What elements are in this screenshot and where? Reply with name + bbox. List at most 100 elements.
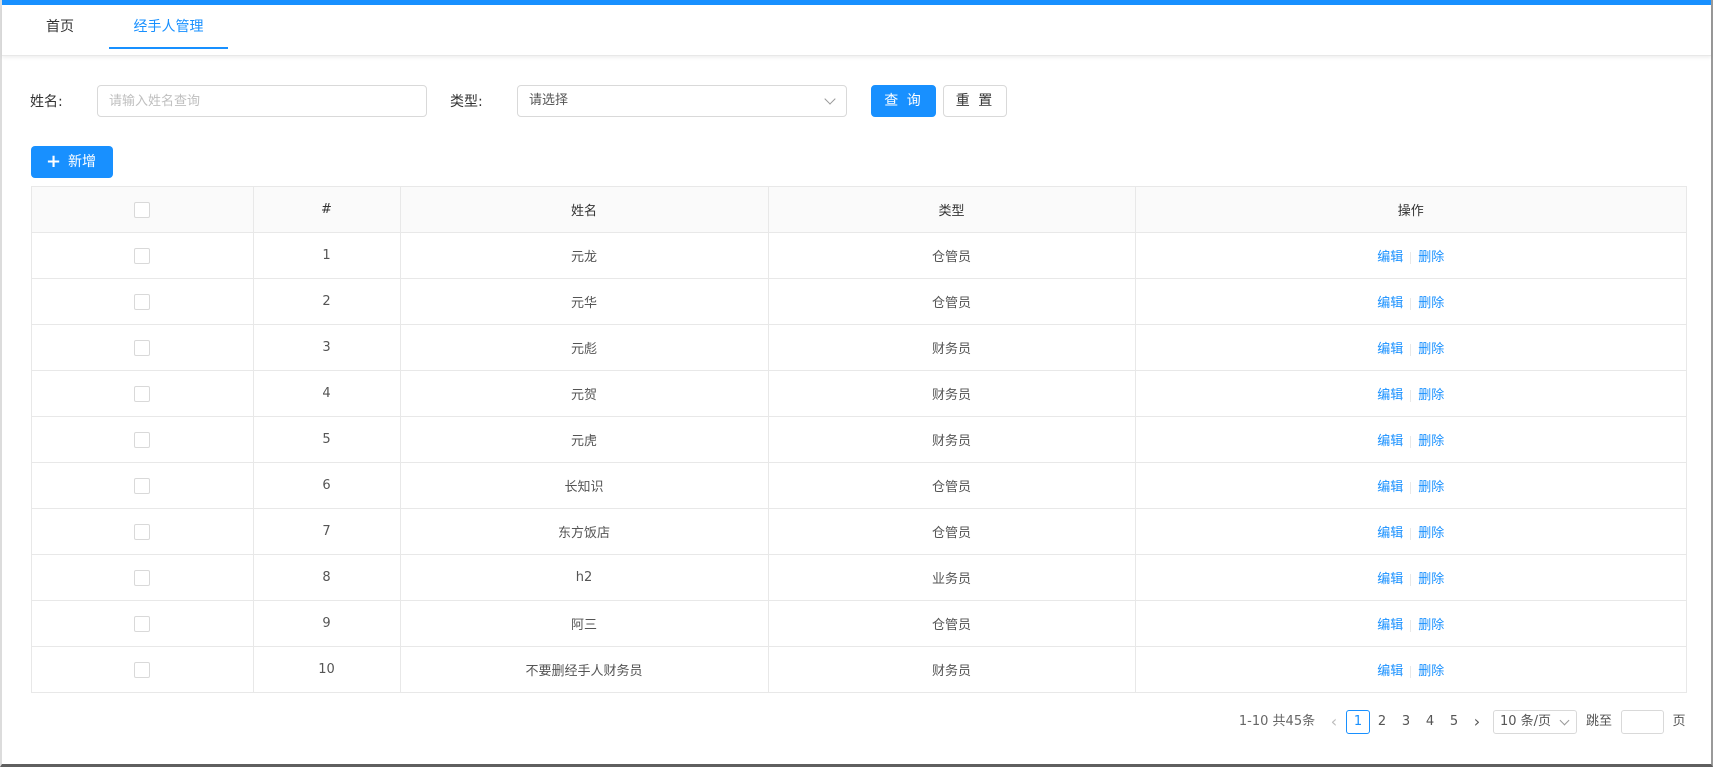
page-1-button[interactable]: 1: [1346, 710, 1370, 734]
next-page-icon[interactable]: ›: [1468, 710, 1486, 734]
select-all-cell: [32, 187, 254, 233]
table-header-row: # 姓名 类型 操作: [32, 187, 1686, 233]
delete-link[interactable]: 删除: [1418, 388, 1444, 403]
row-checkbox[interactable]: [134, 569, 151, 586]
name-search-input[interactable]: [97, 85, 427, 117]
row-index: 3: [253, 324, 401, 371]
delete-link[interactable]: 删除: [1418, 618, 1444, 633]
row-name: 长知识: [400, 462, 769, 509]
delete-link[interactable]: 删除: [1418, 342, 1444, 357]
edit-link[interactable]: 编辑: [1377, 250, 1403, 265]
edit-link[interactable]: 编辑: [1377, 526, 1403, 541]
row-index: 6: [253, 462, 401, 509]
row-type: 业务员: [768, 554, 1136, 601]
table-row: 10 不要删经手人财务员 财务员 编辑 删除: [32, 646, 1686, 693]
action-divider: [1410, 435, 1412, 448]
row-name: h2: [400, 554, 769, 601]
table-row: 2 元华 仓管员 编辑 删除: [32, 278, 1686, 325]
jump-label: 跳至: [1585, 714, 1612, 729]
row-checkbox[interactable]: [134, 523, 151, 540]
row-type: 财务员: [768, 324, 1136, 371]
type-label: 类型:: [450, 94, 483, 110]
row-actions: 编辑 删除: [1135, 232, 1686, 279]
chevron-down-icon: [824, 93, 836, 105]
row-type: 仓管员: [768, 278, 1136, 325]
row-checkbox[interactable]: [134, 247, 151, 264]
row-checkbox[interactable]: [134, 293, 151, 310]
edit-link[interactable]: 编辑: [1377, 572, 1403, 587]
page-size-select[interactable]: 10 条/页: [1493, 710, 1577, 734]
tab-home[interactable]: 首页: [46, 5, 74, 49]
table-row: 1 元龙 仓管员 编辑 删除: [32, 232, 1686, 279]
row-checkbox[interactable]: [134, 339, 151, 356]
row-type: 仓管员: [768, 508, 1136, 555]
row-name: 元华: [400, 278, 769, 325]
row-actions: 编辑 删除: [1135, 600, 1686, 647]
row-index: 2: [253, 278, 401, 325]
prev-page-icon[interactable]: ‹: [1326, 710, 1342, 734]
row-actions: 编辑 删除: [1135, 416, 1686, 463]
column-header-type: 类型: [768, 187, 1136, 233]
delete-link[interactable]: 删除: [1418, 296, 1444, 311]
delete-link[interactable]: 删除: [1418, 480, 1444, 495]
row-actions: 编辑 删除: [1135, 462, 1686, 509]
edit-link[interactable]: 编辑: [1377, 664, 1403, 679]
page-2-button[interactable]: 2: [1370, 710, 1394, 734]
table-row: 5 元虎 财务员 编辑 删除: [32, 416, 1686, 463]
table-row: 3 元彪 财务员 编辑 删除: [32, 324, 1686, 371]
type-select-value: 请选择: [529, 93, 569, 108]
table-row: 6 长知识 仓管员 编辑 删除: [32, 462, 1686, 509]
edit-link[interactable]: 编辑: [1377, 342, 1403, 357]
chevron-down-icon: [1559, 715, 1570, 726]
action-divider: [1410, 343, 1412, 356]
delete-link[interactable]: 删除: [1418, 250, 1444, 265]
page-3-button[interactable]: 3: [1394, 710, 1418, 734]
row-actions: 编辑 删除: [1135, 554, 1686, 601]
page-4-button[interactable]: 4: [1418, 710, 1442, 734]
row-index: 1: [253, 232, 401, 279]
row-name: 元龙: [400, 232, 769, 279]
row-actions: 编辑 删除: [1135, 647, 1686, 693]
select-all-checkbox[interactable]: [134, 201, 151, 218]
row-type: 仓管员: [768, 600, 1136, 647]
row-checkbox[interactable]: [134, 661, 151, 678]
edit-link[interactable]: 编辑: [1377, 434, 1403, 449]
row-index: 9: [253, 600, 401, 647]
handler-table: # 姓名 类型 操作 1 元龙 仓管员 编辑 删除 2 元华 仓管员 编辑 删除…: [31, 186, 1687, 693]
action-divider: [1410, 389, 1412, 402]
row-type: 财务员: [768, 370, 1136, 417]
delete-link[interactable]: 删除: [1418, 526, 1444, 541]
action-divider: [1410, 665, 1412, 678]
edit-link[interactable]: 编辑: [1377, 618, 1403, 633]
edit-link[interactable]: 编辑: [1377, 480, 1403, 495]
jump-page-input[interactable]: [1621, 710, 1664, 734]
delete-link[interactable]: 删除: [1418, 572, 1444, 587]
pagination-summary: 1-10 共45条: [1238, 714, 1316, 729]
add-button[interactable]: + 新增: [31, 146, 113, 178]
edit-link[interactable]: 编辑: [1377, 296, 1403, 311]
row-name: 元彪: [400, 324, 769, 371]
row-checkbox[interactable]: [134, 477, 151, 494]
delete-link[interactable]: 删除: [1418, 664, 1444, 679]
page-5-button[interactable]: 5: [1442, 710, 1466, 734]
delete-link[interactable]: 删除: [1418, 434, 1444, 449]
action-divider: [1410, 481, 1412, 494]
row-name: 元虎: [400, 416, 769, 463]
row-index: 5: [253, 416, 401, 463]
row-actions: 编辑 删除: [1135, 508, 1686, 555]
row-type: 财务员: [768, 416, 1136, 463]
reset-button[interactable]: 重 置: [943, 85, 1007, 117]
action-divider: [1410, 251, 1412, 264]
type-select[interactable]: 请选择: [517, 85, 847, 117]
row-index: 4: [253, 370, 401, 417]
row-actions: 编辑 删除: [1135, 324, 1686, 371]
query-button[interactable]: 查 询: [871, 85, 936, 117]
tab-handler-management[interactable]: 经手人管理: [109, 5, 228, 49]
row-type: 财务员: [768, 646, 1136, 692]
row-checkbox[interactable]: [134, 431, 151, 448]
action-divider: [1410, 297, 1412, 310]
row-name: 元贺: [400, 370, 769, 417]
edit-link[interactable]: 编辑: [1377, 388, 1403, 403]
row-checkbox[interactable]: [134, 615, 151, 632]
row-checkbox[interactable]: [134, 385, 151, 402]
